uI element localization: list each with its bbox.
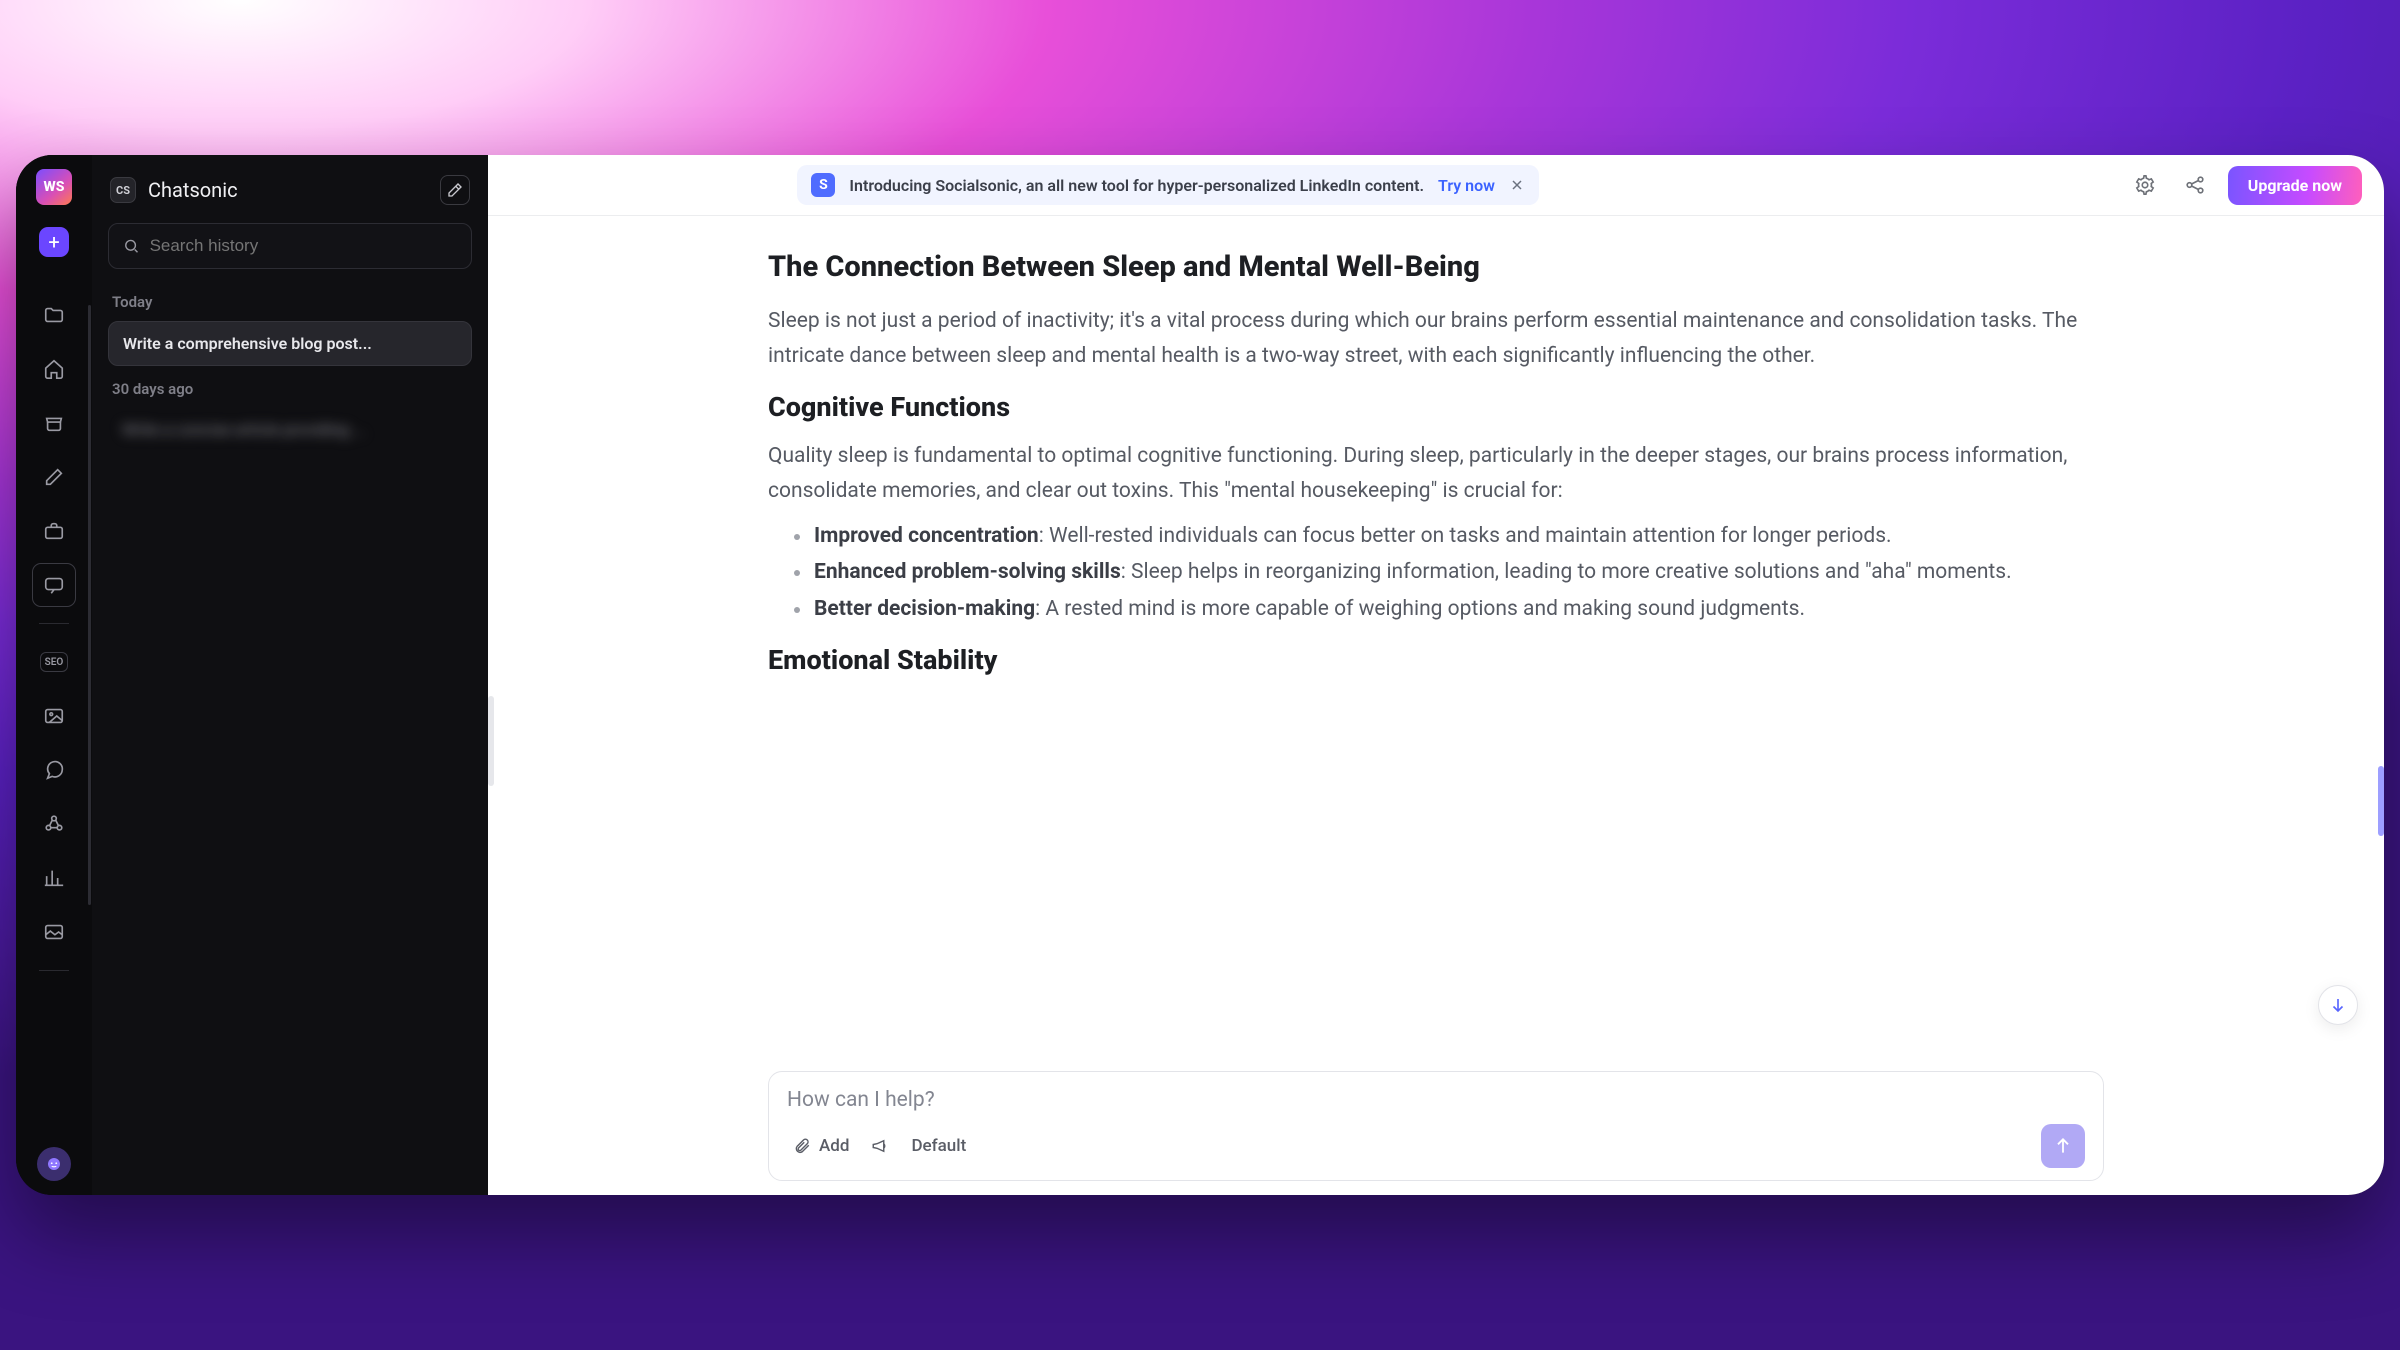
promo-banner: S Introducing Socialsonic, an all new to… xyxy=(797,165,1539,205)
article-body: The Connection Between Sleep and Mental … xyxy=(768,250,2104,676)
section-today-label: Today xyxy=(112,293,468,311)
bullet-text: : Well-rested individuals can focus bett… xyxy=(1039,524,1892,548)
voice-mode-button[interactable] xyxy=(865,1133,895,1159)
list-item: Better decision-making: A rested mind is… xyxy=(786,592,2104,627)
sidebar-title: Chatsonic xyxy=(148,178,428,202)
close-icon xyxy=(1509,177,1525,193)
history-sidebar: CS Chatsonic Today Write a comprehensive… xyxy=(92,155,488,1195)
megaphone-icon xyxy=(871,1137,889,1155)
socialsonic-badge-text: S xyxy=(819,177,828,193)
chatsonic-badge: CS xyxy=(110,177,136,203)
sidebar-header: CS Chatsonic xyxy=(108,169,472,223)
rail-scrollbar[interactable] xyxy=(88,305,91,905)
new-button[interactable]: + xyxy=(39,227,69,257)
gallery-icon[interactable] xyxy=(32,910,76,954)
history-item[interactable]: Write a concise article providing ... xyxy=(108,408,472,451)
analytics-icon[interactable] xyxy=(32,856,76,900)
message-icon[interactable] xyxy=(32,748,76,792)
arrow-down-icon xyxy=(2329,996,2347,1014)
app-window: WS + SEO CS Chatsonic xyxy=(16,155,2384,1195)
search-history-field[interactable] xyxy=(108,223,472,269)
heading-connection: The Connection Between Sleep and Mental … xyxy=(768,250,2104,284)
arrow-up-icon xyxy=(2053,1136,2073,1156)
compose-button[interactable] xyxy=(440,175,470,205)
bullet-bold: Enhanced problem-solving skills xyxy=(814,560,1121,584)
bullet-text: : A rested mind is more capable of weigh… xyxy=(1035,597,1805,621)
bullet-bold: Better decision-making xyxy=(814,597,1035,621)
right-resize-handle[interactable] xyxy=(2378,766,2384,836)
paragraph-cognitive: Quality sleep is fundamental to optimal … xyxy=(768,439,2104,508)
settings-button[interactable] xyxy=(2128,168,2162,202)
model-selector[interactable]: Default xyxy=(905,1132,972,1160)
home-icon[interactable] xyxy=(32,347,76,391)
bullet-bold: Improved concentration xyxy=(814,524,1039,548)
model-label: Default xyxy=(911,1136,966,1156)
image-icon[interactable] xyxy=(32,694,76,738)
add-attachment-button[interactable]: Add xyxy=(787,1132,855,1160)
briefcase-icon[interactable] xyxy=(32,509,76,553)
chat-icon[interactable] xyxy=(32,563,76,607)
topbar: S Introducing Socialsonic, an all new to… xyxy=(488,155,2384,216)
share-icon xyxy=(2184,174,2206,196)
composer-container: How can I help? Add Default xyxy=(768,1071,2104,1181)
list-item: Enhanced problem-solving skills: Sleep h… xyxy=(786,555,2104,590)
composer-toolbar: Add Default xyxy=(787,1124,2085,1168)
heading-cognitive: Cognitive Functions xyxy=(768,391,2104,423)
integrations-icon[interactable] xyxy=(32,802,76,846)
search-input[interactable] xyxy=(150,236,457,256)
try-now-link[interactable]: Try now xyxy=(1438,176,1495,195)
seo-icon[interactable]: SEO xyxy=(40,652,68,672)
search-icon xyxy=(123,237,140,255)
cognitive-bullets: Improved concentration: Well-rested indi… xyxy=(768,519,2104,627)
add-label: Add xyxy=(819,1136,849,1156)
scroll-down-button[interactable] xyxy=(2318,985,2358,1025)
composer-input[interactable]: How can I help? xyxy=(787,1088,2085,1112)
left-resize-handle[interactable] xyxy=(488,696,494,786)
upgrade-button[interactable]: Upgrade now xyxy=(2228,166,2362,205)
chatsonic-badge-text: CS xyxy=(116,184,130,197)
topbar-actions: Upgrade now xyxy=(2128,166,2362,205)
app-logo-text: WS xyxy=(44,179,65,195)
section-past-label: 30 days ago xyxy=(112,380,468,398)
list-item: Improved concentration: Well-rested indi… xyxy=(786,519,2104,554)
banner-text: Introducing Socialsonic, an all new tool… xyxy=(849,176,1424,195)
paperclip-icon xyxy=(793,1137,811,1155)
history-item-active[interactable]: Write a comprehensive blog post... xyxy=(108,321,472,366)
paragraph-connection: Sleep is not just a period of inactivity… xyxy=(768,304,2104,373)
nav-rail: WS + SEO xyxy=(16,155,92,1195)
rail-separator-2 xyxy=(39,970,69,971)
folder-icon[interactable] xyxy=(32,293,76,337)
main-pane: S Introducing Socialsonic, an all new to… xyxy=(488,155,2384,1195)
send-button[interactable] xyxy=(2041,1124,2085,1168)
app-logo[interactable]: WS xyxy=(36,169,72,205)
socialsonic-badge: S xyxy=(811,173,835,197)
assistant-avatar-icon[interactable] xyxy=(37,1147,71,1181)
share-button[interactable] xyxy=(2178,168,2212,202)
bullet-text: : Sleep helps in reorganizing informatio… xyxy=(1121,560,2012,584)
content-area: The Connection Between Sleep and Mental … xyxy=(488,216,2384,1195)
store-icon[interactable] xyxy=(32,401,76,445)
gear-icon xyxy=(2134,174,2156,196)
heading-emotional: Emotional Stability xyxy=(768,644,2104,676)
edit-icon[interactable] xyxy=(32,455,76,499)
rail-separator xyxy=(39,623,69,624)
composer: How can I help? Add Default xyxy=(768,1071,2104,1181)
banner-close-button[interactable] xyxy=(1509,177,1525,193)
